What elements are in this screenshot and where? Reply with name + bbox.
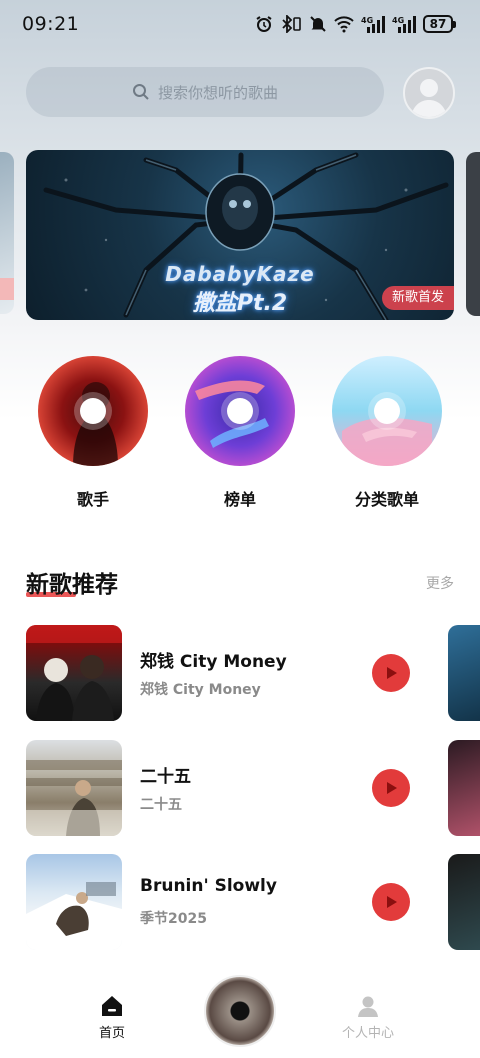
song-title: 郑钱 City Money bbox=[140, 652, 287, 672]
search-input[interactable]: 搜索你想听的歌曲 bbox=[26, 67, 384, 117]
nav-home-label: 首页 bbox=[98, 1026, 125, 1041]
wifi-icon bbox=[334, 16, 354, 33]
category-label: 榜单 bbox=[223, 490, 256, 509]
song-cover-peek[interactable] bbox=[448, 625, 480, 721]
category-label: 歌手 bbox=[76, 490, 109, 509]
play-icon bbox=[387, 667, 397, 679]
banner-peek-next[interactable] bbox=[466, 152, 480, 316]
signal-icon-2: 4G bbox=[392, 16, 416, 33]
playlist-disc-icon bbox=[332, 356, 442, 466]
category-singer[interactable]: 歌手 bbox=[38, 356, 148, 510]
bottom-nav: 首页 个人中心 bbox=[0, 968, 480, 1058]
song-cover bbox=[26, 740, 122, 836]
battery-indicator: 87 bbox=[423, 15, 456, 33]
play-button[interactable] bbox=[372, 769, 410, 807]
bluetooth-vibrate-icon bbox=[282, 15, 301, 33]
category-label: 分类歌单 bbox=[354, 490, 419, 509]
banner-peek-prev[interactable] bbox=[0, 152, 14, 314]
user-avatar-icon bbox=[411, 79, 447, 117]
nav-profile[interactable]: 个人中心 bbox=[323, 994, 413, 1041]
banner-title: DababyKaze bbox=[165, 262, 315, 286]
svg-text:4G: 4G bbox=[392, 16, 404, 25]
svg-text:4G: 4G bbox=[361, 16, 373, 25]
status-bar: 09:21 4G 4G 87 bbox=[0, 0, 480, 48]
song-row[interactable]: Brunin' Slowly 季节2025 bbox=[26, 854, 480, 950]
song-title: Brunin' Slowly bbox=[140, 876, 277, 896]
song-subtitle: 季节2025 bbox=[140, 911, 207, 927]
now-playing-disc[interactable] bbox=[204, 975, 276, 1047]
alarm-icon bbox=[256, 16, 272, 32]
section-title: 新歌推荐 bbox=[26, 572, 118, 598]
search-placeholder: 搜索你想听的歌曲 bbox=[157, 83, 278, 102]
battery-level: 87 bbox=[423, 15, 453, 33]
category-playlist[interactable]: 分类歌单 bbox=[332, 356, 442, 510]
signal-icon-1: 4G bbox=[361, 16, 385, 33]
song-title: 二十五 bbox=[140, 767, 191, 787]
song-row[interactable]: 郑钱 City Money 郑钱 City Money bbox=[26, 625, 480, 721]
nav-profile-label: 个人中心 bbox=[341, 1026, 394, 1041]
banner[interactable]: DababyKaze 撒盐Pt.2 新歌首发 bbox=[26, 150, 454, 320]
mute-icon bbox=[310, 16, 326, 32]
play-button[interactable] bbox=[372, 654, 410, 692]
category-chart[interactable]: 榜单 bbox=[185, 356, 295, 510]
more-link[interactable]: 更多 bbox=[426, 573, 454, 593]
song-row[interactable]: 二十五 二十五 bbox=[26, 740, 480, 836]
song-cover bbox=[26, 625, 122, 721]
song-subtitle: 二十五 bbox=[140, 797, 182, 813]
home-icon bbox=[102, 996, 122, 1016]
status-icons: 4G 4G 87 bbox=[255, 13, 456, 35]
song-cover-peek[interactable] bbox=[448, 854, 480, 950]
banner-badge: 新歌首发 bbox=[381, 286, 454, 310]
status-time: 09:21 bbox=[22, 13, 80, 35]
song-cover bbox=[26, 854, 122, 950]
play-icon bbox=[387, 782, 397, 794]
song-subtitle: 郑钱 City Money bbox=[140, 682, 261, 698]
user-icon bbox=[358, 996, 378, 1017]
avatar[interactable] bbox=[403, 67, 455, 119]
play-button[interactable] bbox=[372, 883, 410, 921]
play-icon bbox=[387, 896, 397, 908]
singer-disc-icon bbox=[38, 356, 148, 466]
song-cover-peek[interactable] bbox=[448, 740, 480, 836]
search-icon bbox=[132, 84, 149, 100]
nav-home[interactable]: 首页 bbox=[67, 994, 157, 1041]
chart-disc-icon bbox=[185, 356, 295, 466]
